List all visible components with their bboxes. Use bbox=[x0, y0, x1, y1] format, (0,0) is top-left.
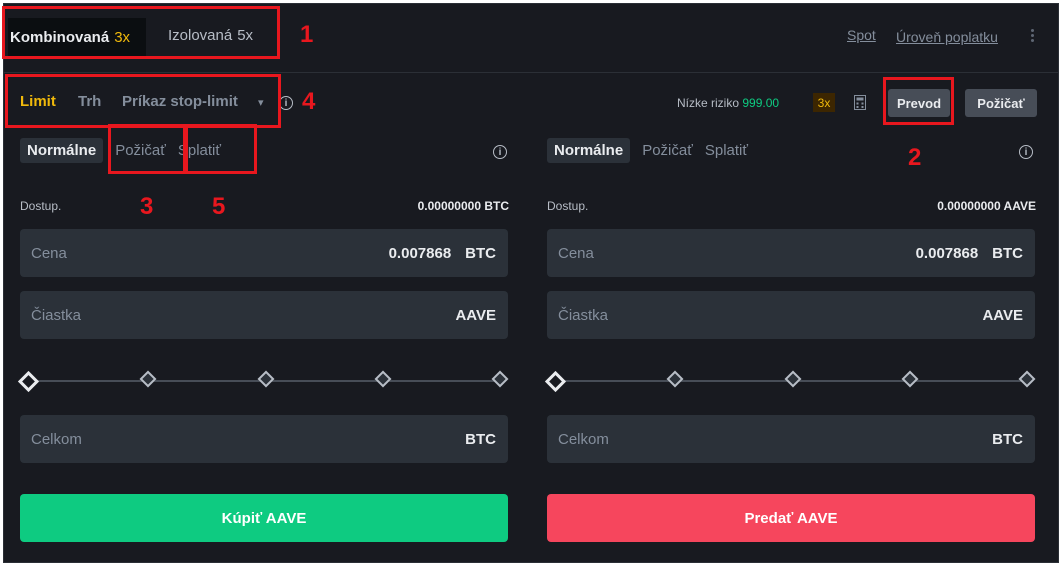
buy-slider-step-75[interactable] bbox=[374, 370, 392, 388]
buy-price-label: Cena bbox=[31, 244, 67, 262]
buy-info-icon[interactable]: i bbox=[493, 145, 507, 159]
leverage-badge: 3x bbox=[813, 93, 835, 112]
sell-tab-normal[interactable]: Normálne bbox=[547, 138, 631, 163]
annotation-number-2: 2 bbox=[908, 144, 922, 171]
annotation-box-3 bbox=[108, 124, 186, 174]
annotation-number-3: 3 bbox=[140, 193, 154, 220]
buy-button[interactable]: Kúpiť AAVE bbox=[20, 494, 508, 542]
sell-total-label: Celkom bbox=[558, 430, 609, 448]
buy-amount-slider[interactable] bbox=[17, 370, 510, 393]
sell-available-value: 0.00000000 AAVE bbox=[937, 199, 1036, 213]
sell-price-value: 0.007868 bbox=[915, 244, 979, 262]
buy-slider-handle[interactable] bbox=[17, 370, 40, 393]
sell-amount-label: Čiastka bbox=[558, 306, 609, 324]
annotation-box-4 bbox=[5, 74, 281, 128]
borrow-button[interactable]: Požičať bbox=[965, 89, 1037, 117]
buy-price-unit: BTC bbox=[465, 244, 496, 262]
header-divider bbox=[4, 72, 1058, 73]
buy-total-unit: BTC bbox=[465, 430, 496, 448]
buy-available-label: Dostup. bbox=[20, 199, 62, 213]
buy-slider-step-100[interactable] bbox=[491, 370, 509, 388]
sell-amount-input[interactable]: Čiastka AAVE bbox=[547, 291, 1035, 339]
buy-amount-label: Čiastka bbox=[31, 306, 82, 324]
more-options-icon[interactable] bbox=[1031, 27, 1034, 44]
fee-level-link[interactable]: Úroveň poplatku bbox=[896, 29, 998, 45]
buy-amount-unit: AAVE bbox=[455, 306, 496, 324]
sell-slider-step-25[interactable] bbox=[666, 370, 684, 388]
sell-info-icon[interactable]: i bbox=[1019, 145, 1033, 159]
sell-slider-step-50[interactable] bbox=[784, 370, 802, 388]
sell-price-input[interactable]: Cena 0.007868 BTC bbox=[547, 229, 1035, 277]
calculator-icon[interactable] bbox=[854, 95, 866, 110]
buy-slider-step-25[interactable] bbox=[139, 370, 157, 388]
sell-tab-borrow[interactable]: Požičať bbox=[642, 142, 693, 159]
sell-available-label: Dostup. bbox=[547, 199, 589, 213]
sell-slider-handle[interactable] bbox=[544, 370, 567, 393]
buy-available-value: 0.00000000 BTC bbox=[417, 199, 509, 213]
order-type-info-icon[interactable]: i bbox=[279, 96, 293, 110]
buy-price-value: 0.007868 bbox=[388, 244, 452, 262]
sell-price-label: Cena bbox=[558, 244, 594, 262]
buy-total-input[interactable]: Celkom BTC bbox=[20, 415, 508, 463]
annotation-box-1 bbox=[2, 6, 280, 59]
buy-price-input[interactable]: Cena 0.007868 BTC bbox=[20, 229, 508, 277]
annotation-number-5: 5 bbox=[212, 193, 226, 220]
annotation-number-4: 4 bbox=[302, 88, 316, 115]
sell-total-input[interactable]: Celkom BTC bbox=[547, 415, 1035, 463]
annotation-box-2 bbox=[883, 77, 954, 125]
sell-total-unit: BTC bbox=[992, 430, 1023, 448]
sell-tab-repay[interactable]: Splatiť bbox=[705, 142, 748, 159]
buy-total-label: Celkom bbox=[31, 430, 82, 448]
buy-slider-step-50[interactable] bbox=[257, 370, 275, 388]
buy-tab-normal[interactable]: Normálne bbox=[20, 138, 104, 163]
annotation-number-1: 1 bbox=[300, 21, 314, 48]
sell-amount-slider[interactable] bbox=[544, 370, 1037, 393]
sell-amount-unit: AAVE bbox=[982, 306, 1023, 324]
annotation-box-5 bbox=[185, 124, 257, 174]
spot-link[interactable]: Spot bbox=[847, 27, 876, 43]
risk-value: 999.00 bbox=[742, 96, 780, 110]
buy-amount-input[interactable]: Čiastka AAVE bbox=[20, 291, 508, 339]
risk-indicator: Nízke riziko 999.00 bbox=[677, 96, 779, 110]
sell-mode-tabs: Normálne Požičať Splatiť bbox=[547, 138, 760, 163]
sell-button[interactable]: Predať AAVE bbox=[547, 494, 1035, 542]
sell-slider-step-100[interactable] bbox=[1018, 370, 1036, 388]
sell-slider-step-75[interactable] bbox=[901, 370, 919, 388]
sell-price-unit: BTC bbox=[992, 244, 1023, 262]
risk-label: Nízke riziko bbox=[677, 96, 740, 110]
